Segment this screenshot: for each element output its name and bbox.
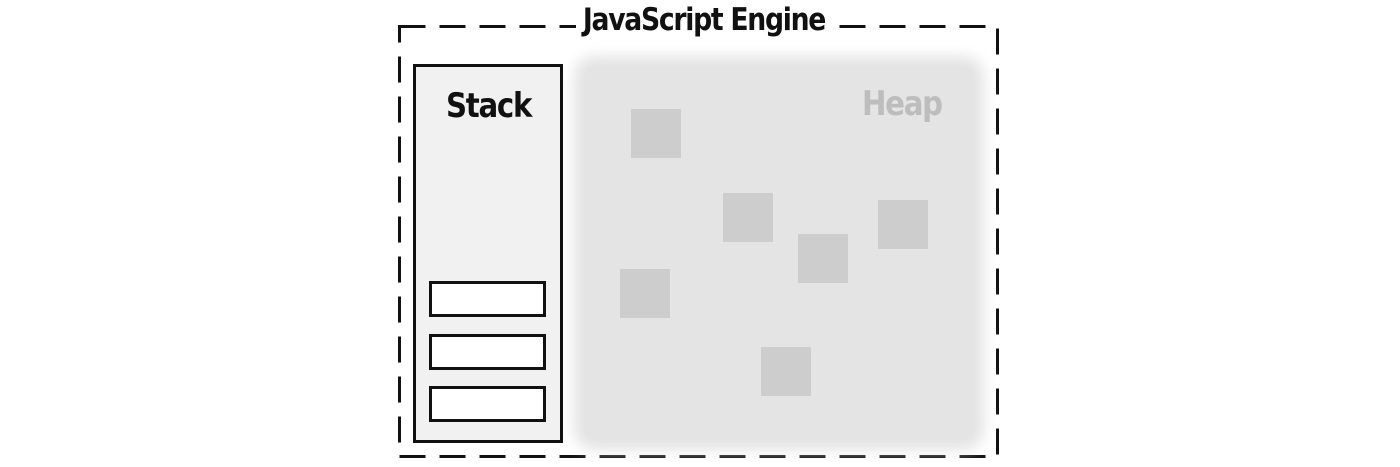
stack-frame: [429, 281, 546, 317]
heap-object: [761, 347, 811, 396]
stack-frame: [429, 386, 546, 422]
heap-object: [620, 269, 670, 318]
stack-frame: [429, 334, 546, 370]
heap-object: [631, 109, 681, 158]
heap-label: Heap: [862, 84, 943, 124]
javascript-engine-diagram: JavaScript Engine Heap Stack: [0, 0, 1400, 467]
heap-object: [878, 200, 928, 249]
heap-object: [798, 234, 848, 283]
stack-label: Stack: [446, 86, 532, 126]
engine-title: JavaScript Engine: [576, 0, 832, 40]
heap-object: [723, 193, 773, 242]
